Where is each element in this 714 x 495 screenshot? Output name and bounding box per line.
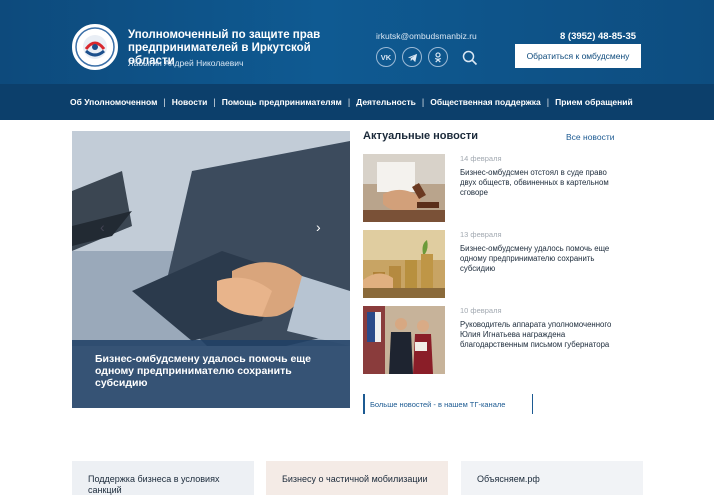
contact-email-link[interactable]: irkutsk@ombudsmanbiz.ru: [376, 31, 477, 41]
news-title[interactable]: Руководитель аппарата уполномоченного Юл…: [460, 320, 620, 350]
news-item[interactable]: 14 февраля Бизнес-омбудсмен отстоял в су…: [363, 154, 623, 224]
card-title: Поддержка бизнеса в условиях санкций: [88, 474, 220, 495]
news-date: 14 февраля: [460, 154, 502, 163]
nav-item-about[interactable]: Об Уполномоченном: [70, 97, 157, 107]
nav-divider: |: [347, 97, 351, 107]
odnoklassniki-icon[interactable]: [428, 47, 448, 67]
news-item[interactable]: 10 февраля Руководитель аппарата уполном…: [363, 306, 623, 376]
news-thumbnail: [363, 154, 445, 222]
news-section-title: Актуальные новости: [363, 130, 478, 142]
news-title[interactable]: Бизнес-омбудсмен отстоял в суде право дв…: [460, 168, 620, 198]
card-sanctions-support[interactable]: Поддержка бизнеса в условиях санкций: [72, 461, 254, 495]
nav-item-appeals[interactable]: Прием обращений: [555, 97, 633, 107]
nav-item-help[interactable]: Помощь предпринимателям: [222, 97, 342, 107]
vk-icon[interactable]: VK: [376, 47, 396, 67]
news-date: 13 февраля: [460, 230, 502, 239]
site-header: Уполномоченный по защите прав предприним…: [0, 0, 714, 84]
all-news-link[interactable]: Все новости: [566, 132, 614, 142]
contact-phone[interactable]: 8 (3952) 48-85-35: [560, 31, 636, 42]
news-title[interactable]: Бизнес-омбудсмену удалось помочь еще одн…: [460, 244, 620, 274]
news-thumbnail: [363, 230, 445, 298]
contact-ombudsman-button[interactable]: Обратиться к омбудсмену: [515, 44, 641, 68]
telegram-news-link[interactable]: Больше новостей - в нашем ТГ-канале: [363, 394, 533, 414]
slider-prev-icon[interactable]: ‹: [100, 219, 105, 235]
nav-divider: |: [546, 97, 550, 107]
logo-emblem-icon: [75, 27, 115, 67]
news-item[interactable]: 13 февраля Бизнес-омбудсмену удалось пом…: [363, 230, 623, 300]
nav-divider: |: [213, 97, 216, 107]
ombudsman-logo[interactable]: [72, 24, 118, 70]
slider-next-icon[interactable]: ›: [316, 219, 321, 235]
main-nav: Об Уполномоченном | Новости | Помощь пре…: [0, 84, 714, 120]
nav-item-activity[interactable]: Деятельность: [356, 97, 416, 107]
slider-caption-text: Бизнес-омбудсмену удалось помочь еще одн…: [95, 353, 312, 389]
card-mobilization[interactable]: Бизнесу о частичной мобилизации: [266, 461, 448, 495]
ombudsman-name: Лабыгин Андрей Николаевич: [128, 58, 244, 68]
social-links: VK: [376, 47, 448, 67]
news-date: 10 февраля: [460, 306, 502, 315]
nav-item-public-support[interactable]: Общественная поддержка: [430, 97, 541, 107]
card-obyasnyaem[interactable]: Объясняем.рф: [461, 461, 643, 495]
telegram-icon[interactable]: [402, 47, 422, 67]
nav-divider: |: [421, 97, 425, 107]
news-thumbnail: [363, 306, 445, 374]
nav-item-news[interactable]: Новости: [172, 97, 208, 107]
search-icon[interactable]: [462, 50, 478, 66]
nav-divider: |: [163, 97, 166, 107]
card-title: Объясняем.рф: [477, 474, 540, 484]
card-title: Бизнесу о частичной мобилизации: [282, 474, 428, 484]
slider-caption[interactable]: Бизнес-омбудсмену удалось помочь еще одн…: [72, 340, 350, 408]
